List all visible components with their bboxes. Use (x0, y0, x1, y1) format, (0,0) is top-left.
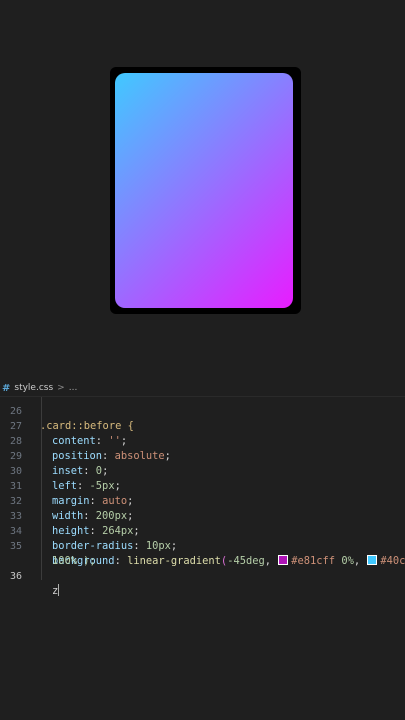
code-line[interactable]: 35 background: linear-gradient(-45deg, #… (0, 524, 405, 567)
code-line-wrap[interactable]: 100% ); (0, 539, 405, 567)
gradient-card (115, 73, 293, 308)
code-editor[interactable]: # style.css > ... 26 .card::before { 27 … (0, 380, 405, 720)
code-line[interactable]: 26 .card::before { (0, 389, 405, 432)
code-line[interactable]: 33 height: 264px; (0, 494, 405, 537)
code-line[interactable]: 28 position: absolute; (0, 419, 405, 462)
code-line[interactable]: 34 border-radius: 10px; (0, 509, 405, 552)
line-number: 36 (9, 571, 22, 582)
code-line[interactable]: 27 content: ''; (0, 404, 405, 447)
code-lines[interactable]: 26 .card::before { 27 content: ''; 28 po… (0, 396, 405, 597)
code-line[interactable]: 29 inset: 0; (0, 434, 405, 477)
code-line[interactable]: 36 z (0, 554, 405, 597)
code-line[interactable]: 32 width: 200px; (0, 479, 405, 522)
text-cursor (58, 584, 60, 596)
code-line[interactable]: 30 left: -5px; (0, 449, 405, 492)
preview-area (0, 0, 405, 380)
code-line[interactable]: 31 margin: auto; (0, 464, 405, 507)
card-frame (110, 67, 301, 314)
